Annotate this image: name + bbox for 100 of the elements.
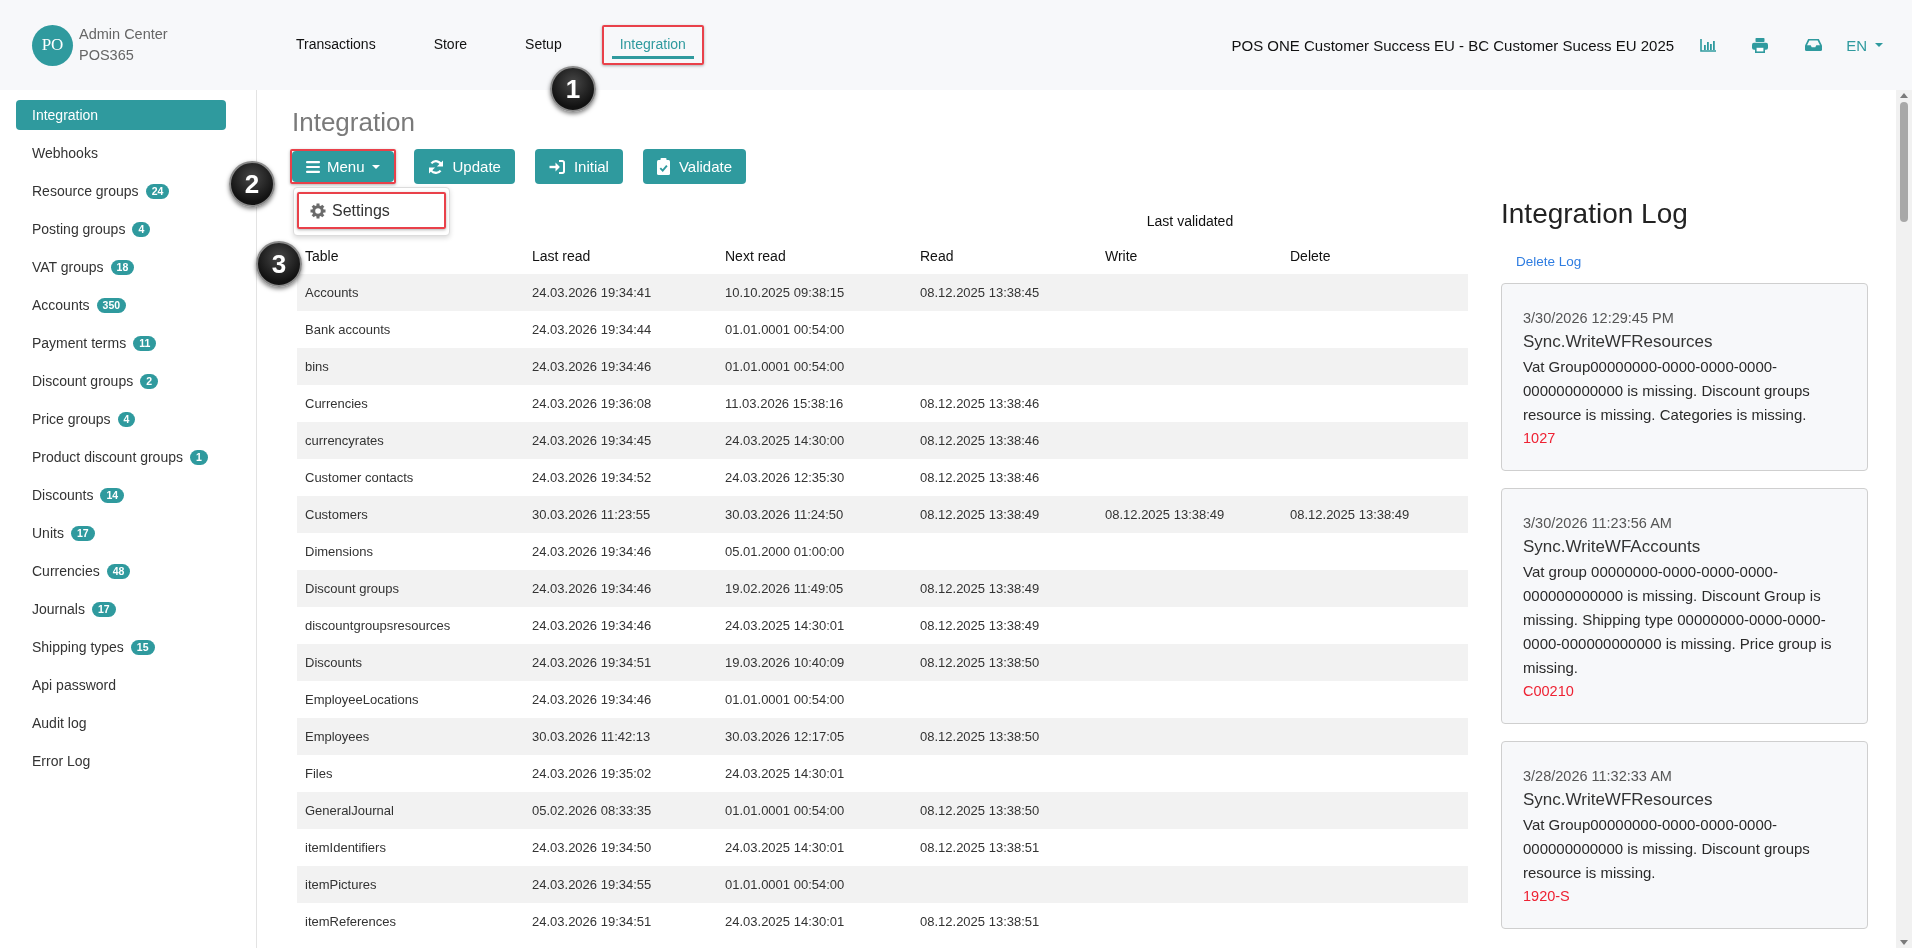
sidebar-item[interactable]: Units 17 (16, 518, 226, 548)
sidebar-item[interactable]: VAT groups 18 (16, 252, 226, 282)
sidebar-item[interactable]: Audit log (16, 708, 226, 738)
table-cell-text: 24.03.2026 19:34:51 (531, 914, 653, 929)
table-cell-text: 19.03.2026 10:40:09 (724, 655, 846, 670)
sidebar-item[interactable]: Shipping types 15 (16, 632, 226, 662)
sidebar-item[interactable]: Resource groups 24 (16, 176, 226, 206)
table-cell-text: 24.03.2026 19:34:50 (531, 840, 653, 855)
callout-number: 3 (256, 241, 302, 287)
table-cell-text: 24.03.2026 19:34:46 (531, 692, 653, 707)
sidebar-item[interactable]: Payment terms 11 (16, 328, 226, 358)
log-code: 1920-S (1523, 887, 1571, 906)
table-cell-text: Customers (304, 507, 369, 522)
table-cell-text: 08.12.2025 13:38:46 (919, 470, 1041, 485)
nav-tab[interactable]: Transactions (288, 32, 384, 59)
column-header: Write (1104, 247, 1139, 264)
sidebar-item[interactable]: Price groups 4 (16, 404, 226, 434)
table-cell-text: 24.03.2026 19:36:08 (531, 396, 653, 411)
column-header: Read (919, 247, 955, 264)
sidebar-item[interactable]: Error Log (16, 746, 226, 776)
sidebar-item[interactable]: Discount groups 2 (16, 366, 226, 396)
sidebar-item[interactable]: Discounts 14 (16, 480, 226, 510)
count-badge: 1 (190, 449, 208, 465)
menu-icon (306, 160, 320, 173)
log-source: Sync.WriteWFResources (1523, 331, 1714, 353)
inbox-icon[interactable] (1805, 39, 1823, 51)
log-message: Vat Group00000000-0000-0000-0000-000000000000 is missing. Discount groups resource is missing. Categories is missing. (1523, 357, 1811, 425)
table-cell-text: 30.03.2026 11:24:50 (724, 507, 845, 522)
table-cell-text: 01.01.0001 00:54:00 (724, 359, 846, 374)
logo-initials: PO (32, 24, 73, 66)
sidebar-item[interactable]: Posting groups 4 (16, 214, 226, 244)
caret-icon (1875, 43, 1883, 47)
log-timestamp: 3/30/2026 12:29:45 PM (1523, 309, 1675, 328)
log-code: 1027 (1523, 429, 1557, 448)
log-source: Sync.WriteWFAccounts (1523, 536, 1702, 558)
scrollbar-thumb[interactable] (1900, 102, 1908, 222)
delete-log-link[interactable]: Delete Log (1516, 252, 1582, 272)
table-cell-text: 24.03.2026 19:34:45 (531, 433, 653, 448)
table-cell-text: currencyrates (304, 433, 385, 448)
settings-icon (310, 202, 326, 219)
scroll-up-icon[interactable] (1900, 93, 1908, 98)
column-header: Last read (531, 247, 592, 264)
sidebar-item[interactable]: Webhooks (16, 138, 226, 168)
count-badge: 48 (106, 563, 131, 579)
count-badge: 18 (110, 259, 135, 275)
table-cell-text: 08.12.2025 13:38:49 (1104, 507, 1226, 522)
sidebar-item[interactable]: Product discount groups 1 (16, 442, 226, 472)
table-cell-text: Dimensions (304, 544, 374, 559)
table-cell-text: 24.03.2025 14:30:01 (724, 618, 846, 633)
scroll-down-icon[interactable] (1900, 940, 1908, 945)
table-cell-text: 24.03.2025 14:30:00 (724, 433, 846, 448)
table-cell-text: itemPictures (304, 877, 378, 892)
column-header: Next read (724, 247, 787, 264)
clipboard-check-icon (656, 158, 670, 175)
table-cell-text: 05.02.2026 08:33:35 (531, 803, 653, 818)
column-group-header: Last validated (1145, 213, 1235, 229)
log-code: C00210 (1523, 682, 1575, 701)
table-cell-text: GeneralJournal (304, 803, 395, 818)
company-name: POS ONE Customer Success EU - BC Customer Sucess EU 2025 (1231, 36, 1675, 54)
log-timestamp: 3/30/2026 11:23:56 AM (1523, 514, 1673, 533)
caret-icon (371, 164, 380, 169)
print-icon[interactable] (1752, 37, 1769, 53)
table-cell-text: 08.12.2025 13:38:50 (919, 655, 1041, 670)
log-message: Vat Group00000000-0000-0000-0000-000000000000 is missing. Discount groups resource is missing. (1523, 815, 1811, 883)
table-cell-text: 08.12.2025 13:38:45 (919, 285, 1041, 300)
column-header: Delete (1289, 247, 1332, 264)
log-title: Integration Log (1501, 197, 1689, 231)
table-cell-text: 08.12.2025 13:38:49 (1289, 507, 1411, 522)
table-cell-text: 24.03.2026 19:34:51 (531, 655, 653, 670)
log-timestamp: 3/28/2026 11:32:33 AM (1523, 767, 1673, 786)
sidebar-item[interactable]: Journals 17 (16, 594, 226, 624)
count-badge: 2 (140, 373, 158, 389)
nav-tab[interactable]: Setup (517, 32, 570, 59)
table-cell-text: 05.01.2000 01:00:00 (724, 544, 846, 559)
nav-tab[interactable]: Store (425, 32, 476, 59)
table-cell-text: 24.03.2026 19:34:46 (531, 581, 653, 596)
table-cell-text: bins (304, 359, 330, 374)
table-cell-text: Customer contacts (304, 470, 415, 485)
bar-chart-icon[interactable] (1700, 38, 1717, 52)
dropdown-item[interactable]: Settings (299, 194, 444, 227)
table-cell-text: 08.12.2025 13:38:49 (919, 581, 1041, 596)
table-cell-text: 01.01.0001 00:54:00 (724, 877, 846, 892)
table-cell-text: 30.03.2026 12:17:05 (724, 729, 846, 744)
table-cell-text: itemReferences (304, 914, 398, 929)
table-cell-text: 08.12.2025 13:38:49 (919, 507, 1041, 522)
sidebar-item[interactable]: Currencies 48 (16, 556, 226, 586)
sidebar-item[interactable]: Accounts 350 (16, 290, 226, 320)
table-cell-text: 01.01.0001 00:54:00 (724, 803, 846, 818)
table-cell-text: 30.03.2026 11:23:55 (531, 507, 652, 522)
count-badge: 17 (70, 525, 95, 541)
table-cell-text: 08.12.2025 13:38:46 (919, 396, 1041, 411)
table-cell-text: 08.12.2025 13:38:46 (919, 433, 1041, 448)
refresh-icon (427, 158, 444, 175)
table-cell-text: 01.01.0001 00:54:00 (724, 322, 846, 337)
sidebar-item[interactable]: Api password (16, 670, 226, 700)
scrollbar[interactable] (1896, 90, 1912, 948)
table-cell-text: 24.03.2026 19:34:46 (531, 359, 653, 374)
table-cell-text: itemIdentifiers (304, 840, 387, 855)
table-cell-text: Employees (304, 729, 371, 744)
table-cell-text: 08.12.2025 13:38:51 (919, 914, 1041, 929)
